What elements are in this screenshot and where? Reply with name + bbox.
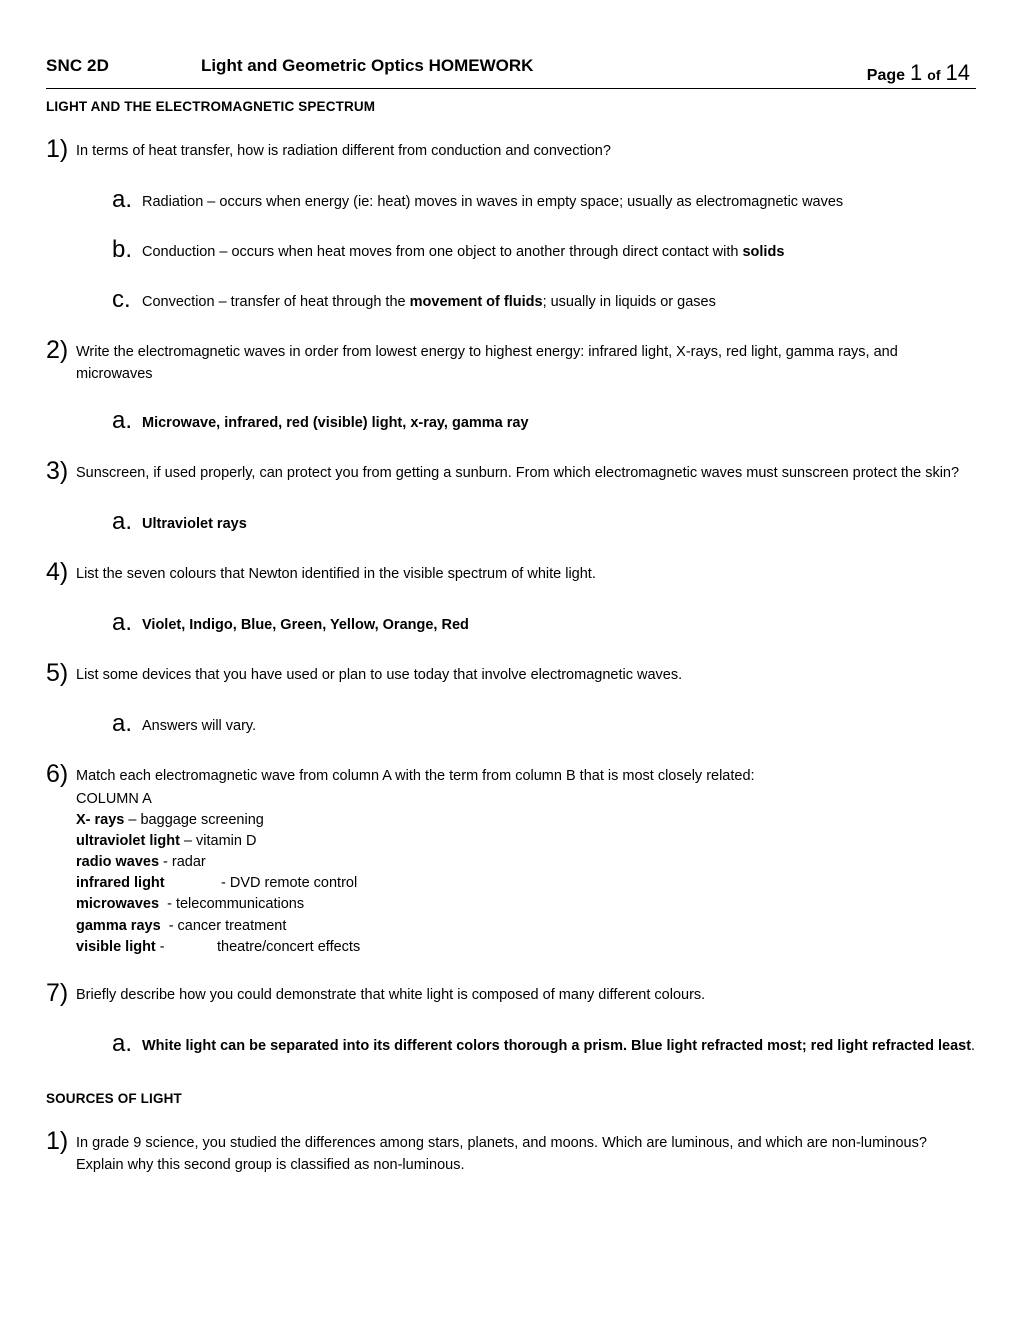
column-a-title: COLUMN A: [76, 791, 152, 808]
question-6-marker: 6): [46, 759, 69, 788]
answer-1c-post: ; usually in liquids or gases: [542, 294, 716, 310]
column-a-row-microwaves: microwaves - telecommunications: [76, 894, 976, 915]
section-heading-spectrum: LIGHT AND THE ELECTROMAGNETIC SPECTRUM: [46, 99, 376, 114]
page-of-label: of: [927, 67, 941, 83]
answer-5a-text: Answers will vary.: [142, 717, 257, 734]
answer-4a-marker: a.: [112, 608, 133, 636]
answer-1a: a. Radiation – occurs when energy (ie: h…: [112, 186, 976, 215]
answer-5a: a. Answers will vary.: [112, 709, 976, 739]
answer-7a-text: White light can be separated into its di…: [142, 1035, 976, 1057]
column-a-term-radio: radio waves: [76, 854, 160, 871]
answer-1a-pre: Radiation – occurs when energy (ie: heat…: [142, 194, 844, 210]
question-4-marker: 4): [46, 557, 69, 586]
column-a-desc-microwaves: - telecommunications: [159, 896, 305, 913]
page-label: Page: [866, 67, 906, 84]
answer-4a: a. Violet, Indigo, Blue, Green, Yellow, …: [112, 608, 976, 638]
question-5-marker: 5): [46, 658, 69, 687]
question-2: 2) Write the electromagnetic waves in or…: [46, 336, 976, 386]
answer-1b: b. Conduction – occurs when heat moves f…: [112, 236, 976, 265]
column-a-row-infrared: infrared light - DVD remote control: [76, 873, 976, 894]
answer-2a: a. Microwave, infrared, red (visible) li…: [112, 406, 976, 436]
column-a-desc-ultraviolet: – vitamin D: [179, 833, 257, 850]
column-a-term-xrays: X- rays: [76, 812, 125, 829]
column-a-term-visible: visible light: [76, 938, 156, 955]
question-3: 3) Sunscreen, if used properly, can prot…: [46, 456, 976, 487]
question-3-text: Sunscreen, if used properly, can protect…: [76, 464, 960, 481]
question-5: 5) List some devices that you have used …: [46, 658, 976, 689]
column-a-desc-infrared: - DVD remote control: [164, 875, 358, 892]
answer-1b-text: Conduction – occurs when heat moves from…: [142, 241, 976, 263]
answer-2a-marker: a.: [112, 406, 133, 434]
question-5-text: List some devices that you have used or …: [76, 666, 683, 683]
column-a-desc-xrays: – baggage screening: [124, 812, 264, 829]
answer-1c: c. Convection – transfer of heat through…: [112, 286, 976, 315]
page-indicator: Page 1 of 14: [867, 60, 970, 86]
answer-3a: a. Ultraviolet rays: [112, 507, 976, 537]
answer-1b-emphasis: solids: [742, 244, 785, 260]
answer-7a-marker: a.: [112, 1029, 133, 1057]
column-a-row-xrays: X- rays – baggage screening: [76, 810, 976, 831]
column-a-desc-visible: - theatre/concert effects: [155, 938, 361, 955]
document-page: SNC 2D Light and Geometric Optics HOMEWO…: [0, 0, 1020, 1320]
answer-1c-pre: Convection – transfer of heat through th…: [142, 294, 410, 310]
question-3-marker: 3): [46, 456, 69, 485]
answer-1b-marker: b.: [112, 236, 133, 263]
column-a-row-visible: visible light - theatre/concert effects: [76, 937, 976, 958]
header-document-title: Light and Geometric Optics HOMEWORK: [200, 56, 534, 75]
answer-7a-emphasis: White light can be separated into its di…: [142, 1037, 972, 1054]
column-a-term-gamma: gamma rays: [76, 917, 161, 934]
answer-1c-marker: c.: [112, 286, 131, 313]
question-7: 7) Briefly describe how you could demons…: [46, 978, 976, 1009]
question-4: 4) List the seven colours that Newton id…: [46, 557, 976, 588]
sources-question-1-marker: 1): [46, 1126, 69, 1155]
answer-4a-text: Violet, Indigo, Blue, Green, Yellow, Ora…: [142, 616, 469, 633]
question-1: 1) In terms of heat transfer, how is rad…: [46, 135, 976, 165]
question-6: 6) Match each electromagnetic wave from …: [46, 759, 976, 958]
sources-question-1-text: In grade 9 science, you studied the diff…: [76, 1134, 927, 1173]
section-heading-sources: SOURCES OF LIGHT: [46, 1090, 182, 1106]
header-course-code: SNC 2D: [46, 56, 109, 75]
answer-5a-marker: a.: [112, 709, 133, 737]
answer-7a-tail: .: [971, 1037, 976, 1054]
question-1-marker: 1): [46, 135, 69, 163]
column-a-term-infrared: infrared light: [76, 875, 165, 892]
page-number: 1: [910, 60, 923, 85]
answer-3a-marker: a.: [112, 507, 133, 535]
question-2-text: Write the electromagnetic waves in order…: [76, 344, 898, 383]
column-a-row-gamma: gamma rays - cancer treatment: [76, 916, 976, 937]
question-7-text: Briefly describe how you could demonstra…: [76, 986, 706, 1003]
answer-1c-text: Convection – transfer of heat through th…: [142, 291, 976, 313]
question-6-body: Match each electromagnetic wave from col…: [76, 765, 976, 958]
answer-2a-text: Microwave, infrared, red (visible) light…: [142, 414, 529, 431]
question-4-text: List the seven colours that Newton ident…: [76, 565, 596, 582]
column-a-term-microwaves: microwaves: [76, 896, 160, 913]
column-a-row-ultraviolet: ultraviolet light – vitamin D: [76, 831, 976, 852]
answer-3a-text: Ultraviolet rays: [142, 515, 247, 532]
column-a-desc-gamma: - cancer treatment: [160, 917, 287, 934]
question-1-text: In terms of heat transfer, how is radiat…: [76, 143, 611, 159]
column-a-row-radio: radio waves - radar: [76, 852, 976, 873]
answer-1a-text: Radiation – occurs when energy (ie: heat…: [142, 191, 976, 213]
question-7-marker: 7): [46, 978, 69, 1007]
answer-1a-marker: a.: [112, 186, 133, 213]
answer-1b-pre: Conduction – occurs when heat moves from…: [142, 244, 743, 260]
answer-1c-emphasis: movement of fluids: [409, 294, 543, 310]
sources-question-1: 1) In grade 9 science, you studied the d…: [46, 1126, 976, 1177]
column-a-term-ultraviolet: ultraviolet light: [76, 833, 180, 850]
column-a-desc-radio: - radar: [159, 854, 206, 871]
document-header: SNC 2D Light and Geometric Optics HOMEWO…: [46, 56, 976, 89]
column-a-list: COLUMN A X- rays – baggage screening ult…: [76, 789, 976, 957]
page-total: 14: [945, 60, 970, 85]
question-2-marker: 2): [46, 336, 69, 364]
answer-7a: a. White light can be separated into its…: [112, 1029, 976, 1059]
question-6-text: Match each electromagnetic wave from col…: [76, 767, 755, 784]
